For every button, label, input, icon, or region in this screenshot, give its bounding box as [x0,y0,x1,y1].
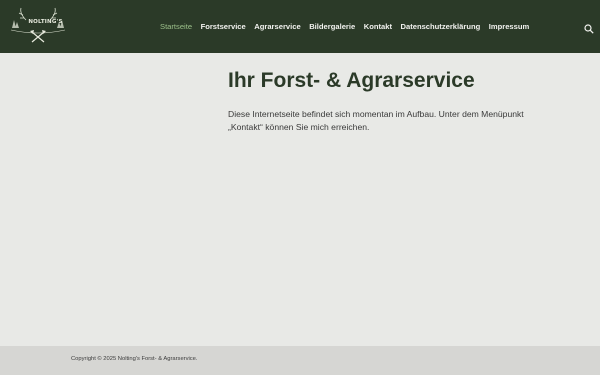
site-footer: Copyright © 2025 Nolting's Forst- & Agra… [0,346,600,375]
main-navigation: Startseite Forstservice Agrarservice Bil… [160,19,538,33]
site-logo[interactable]: NOLTING'S [8,6,68,46]
copyright-text: Copyright © 2025 Nolting's Forst- & Agra… [71,356,198,362]
intro-paragraph: Diese Internetseite befindet sich moment… [228,109,524,132]
nav-item-agrarservice[interactable]: Agrarservice [254,22,300,31]
nav-item-startseite[interactable]: Startseite [160,22,192,31]
search-icon[interactable] [584,21,594,34]
nav-item-datenschutz[interactable]: Datenschutzerklärung [400,22,480,31]
page-title: Ihr Forst- & Agrarservice [228,69,475,92]
nav-item-forstservice[interactable]: Forstservice [201,22,246,31]
logo-text: NOLTING'S [28,19,63,25]
logo-emblem-icon [10,7,66,43]
nav-item-bildergalerie[interactable]: Bildergalerie [309,22,355,31]
nav-item-impressum[interactable]: Impressum [489,22,530,31]
site-header: NOLTING'S Startseite Forstservice Agrars… [0,0,600,53]
nav-item-kontakt[interactable]: Kontakt [364,22,392,31]
